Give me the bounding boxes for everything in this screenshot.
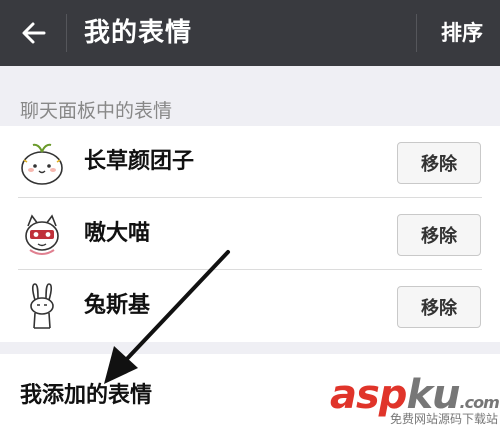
remove-button[interactable]: 移除 [397,142,481,184]
sticker-list: 长草颜团子 移除 嗷大喵 移除 兔斯基 移除 [0,126,500,342]
rabbit-sticker-icon [30,283,54,329]
sort-button[interactable]: 排序 [424,0,500,66]
watermark-subtitle: 免费网站源码下载站 [390,412,499,426]
section-label-added: 我添加的表情 [20,383,153,408]
app-bar: 我的表情 排序 [0,0,500,66]
list-item: 兔斯基 移除 [0,270,500,342]
sticker-name: 长草颜团子 [84,149,195,174]
back-button[interactable] [14,13,54,53]
sprout-bun-sticker-icon [21,143,63,185]
header-divider [416,14,417,52]
cat-sticker-icon [25,214,59,255]
list-item: 嗷大喵 移除 [0,198,500,270]
remove-button[interactable]: 移除 [397,286,481,328]
header-divider [66,14,67,52]
list-item: 长草颜团子 移除 [0,126,500,198]
arrow-left-icon [22,22,46,44]
section-label-chat-panel: 聊天面板中的表情 [20,100,173,122]
page-title: 我的表情 [84,18,193,48]
sticker-name: 嗷大喵 [84,221,151,246]
watermark: aspku.com 免费网站源码下载站 [330,372,500,428]
remove-button[interactable]: 移除 [397,214,481,256]
sticker-name: 兔斯基 [84,293,151,318]
